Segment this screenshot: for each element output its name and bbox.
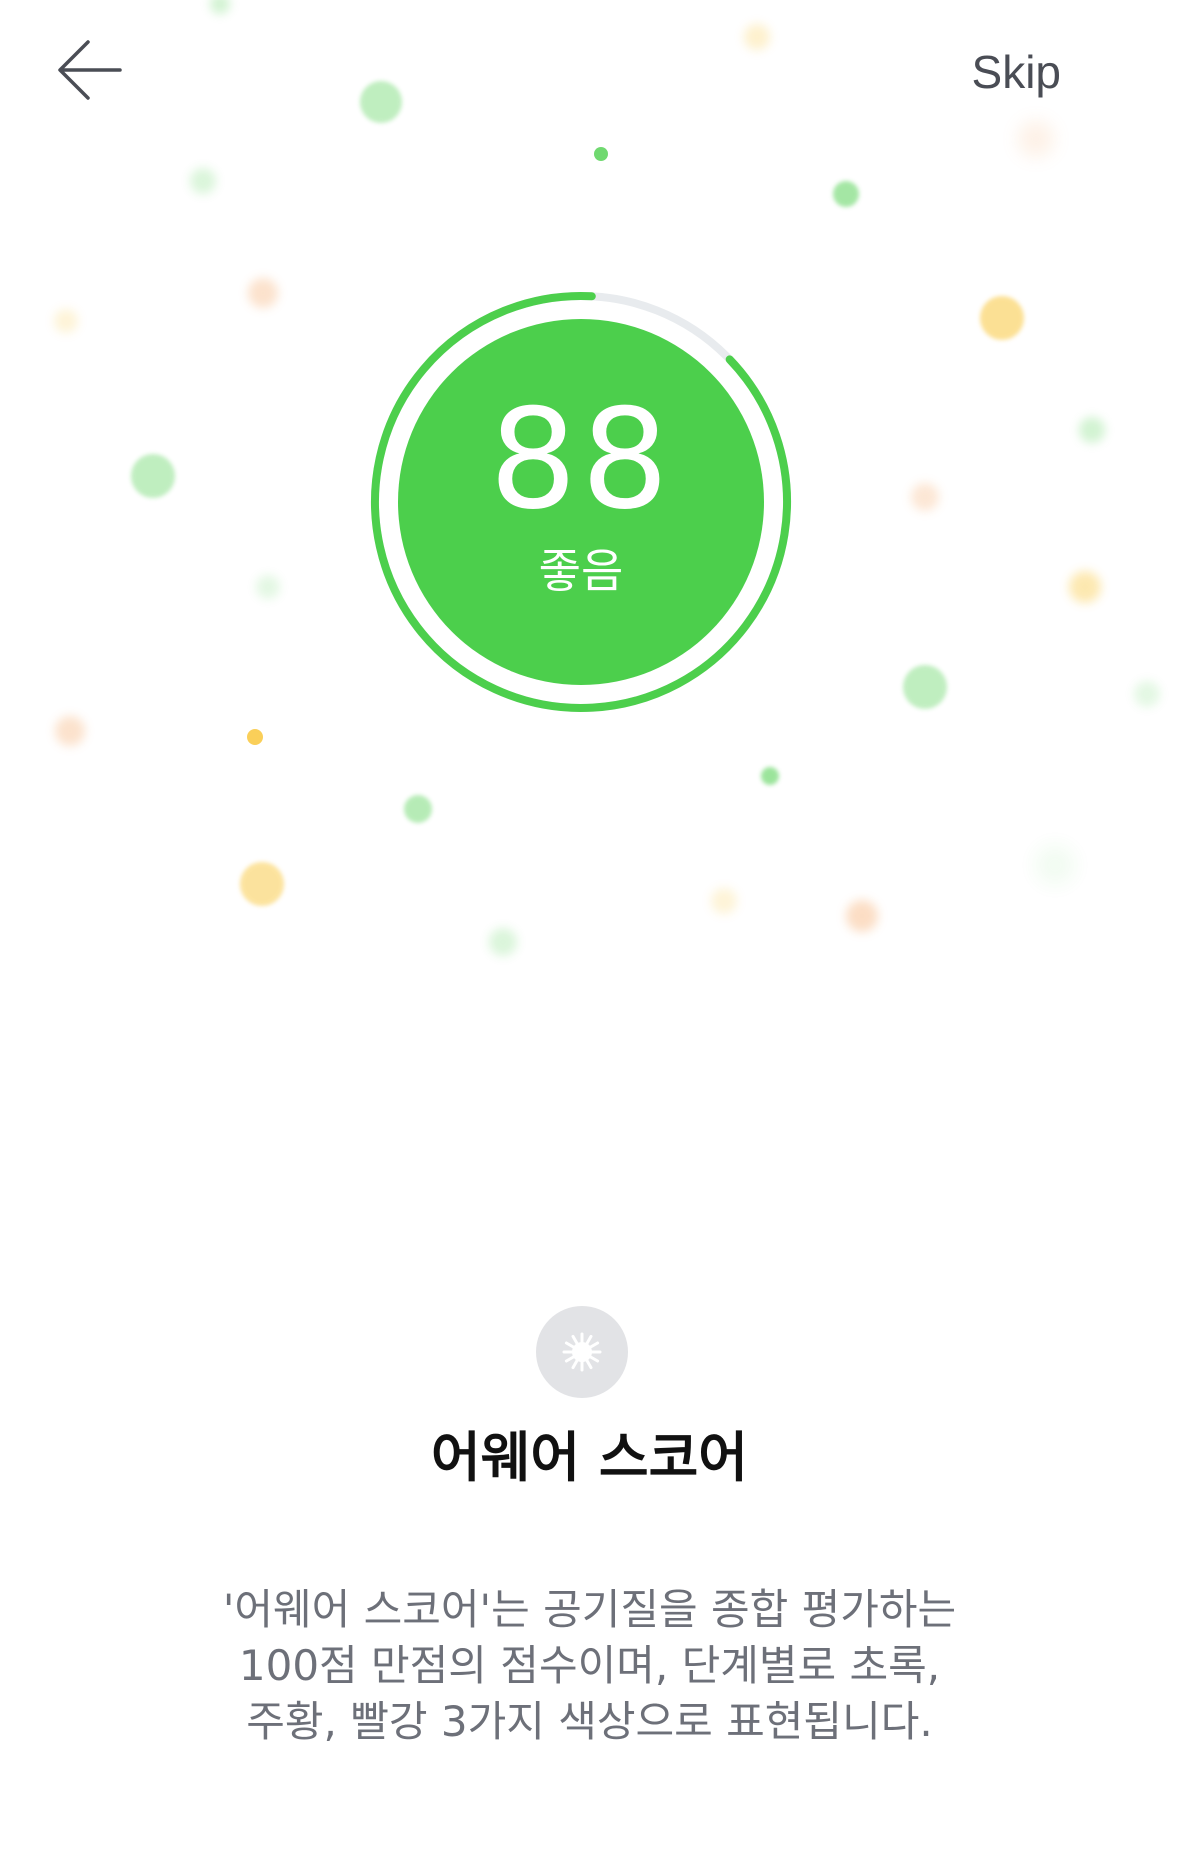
virus-spike [564, 1355, 575, 1363]
dot [247, 729, 263, 745]
score-grade: 좋음 [538, 544, 624, 598]
description-line: '어웨어 스코어'는 공기질을 종합 평가하는 [222, 1585, 957, 1634]
dot [761, 767, 779, 785]
dot [360, 81, 402, 123]
virus-icon [536, 1306, 628, 1398]
onboarding-screen: Skip 88 좋음 어웨어 스코어 '어웨어 스코어'는 공기질을 종합 평가… [0, 0, 1179, 1873]
skip-button[interactable]: Skip [972, 36, 1061, 108]
virus-spike [564, 1341, 575, 1349]
dot [744, 24, 770, 50]
dot [911, 483, 939, 511]
dot [404, 795, 432, 823]
virus-spike [571, 1334, 579, 1345]
feature-description: '어웨어 스코어'는 공기질을 종합 평가하는 100점 만점의 점수이며, 단… [0, 1582, 1179, 1750]
dot [833, 181, 859, 207]
dot [54, 309, 78, 333]
dot [210, 0, 230, 14]
score-value: 88 [489, 379, 673, 540]
dot [594, 147, 608, 161]
back-button[interactable] [38, 22, 142, 118]
dot [240, 862, 284, 906]
dot [256, 575, 280, 599]
virus-spike [589, 1341, 600, 1349]
virus-spike [585, 1359, 593, 1370]
dot [1018, 121, 1054, 157]
dot [711, 888, 737, 914]
dot [846, 900, 878, 932]
description-line: 주황, 빨강 3가지 색상으로 표현됩니다. [246, 1697, 933, 1746]
virus-glyph [562, 1332, 602, 1372]
dot [980, 296, 1024, 340]
dot [248, 278, 278, 308]
virus-spike [585, 1334, 593, 1345]
dot [1069, 571, 1101, 603]
dot [190, 168, 216, 194]
score-gauge: 88 좋음 [369, 290, 793, 714]
description-line: 100점 만점의 점수이며, 단계별로 초록, [238, 1641, 941, 1690]
feature-title: 어웨어 스코어 [431, 1426, 748, 1489]
dot [55, 716, 85, 746]
virus-spike [589, 1355, 600, 1363]
dot [903, 665, 947, 709]
dot [1079, 417, 1105, 443]
dot [489, 928, 517, 956]
dot [1134, 681, 1160, 707]
score-text: 88 좋음 [369, 290, 793, 714]
dot [131, 454, 175, 498]
arrow-left-icon [58, 40, 122, 100]
virus-spike [571, 1359, 579, 1370]
dot [1035, 845, 1075, 885]
